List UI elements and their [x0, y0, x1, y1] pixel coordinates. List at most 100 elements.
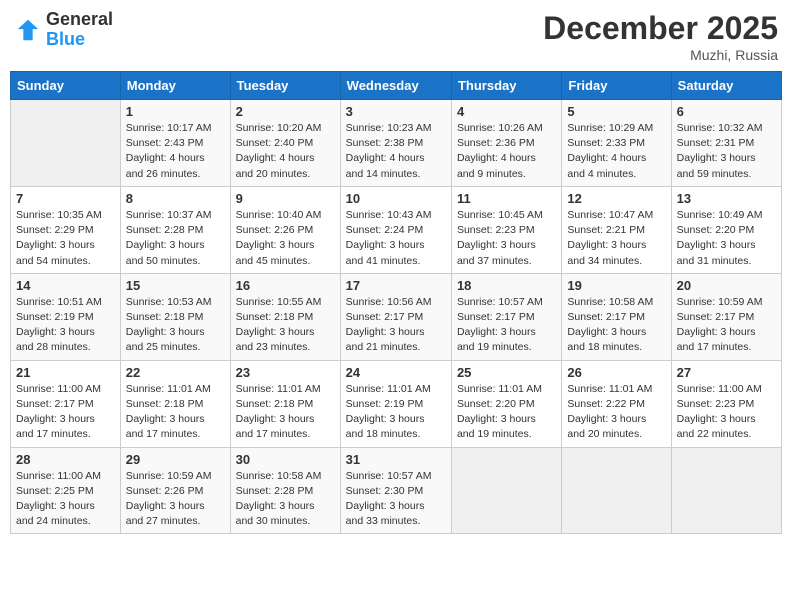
day-number: 19 — [567, 278, 665, 293]
calendar-cell: 26 Sunrise: 11:01 AMSunset: 2:22 PMDaylig… — [562, 360, 671, 447]
day-info: Sunrise: 10:37 AMSunset: 2:28 PMDaylight… — [126, 208, 225, 269]
day-info: Sunrise: 11:01 AMSunset: 2:19 PMDaylight… — [346, 382, 446, 443]
day-number: 12 — [567, 191, 665, 206]
calendar-week-row: 7 Sunrise: 10:35 AMSunset: 2:29 PMDayligh… — [11, 186, 782, 273]
day-number: 2 — [236, 104, 335, 119]
calendar-cell: 4Sunrise: 10:26 AMSunset: 2:36 PMDayligh… — [451, 100, 561, 187]
day-number: 9 — [236, 191, 335, 206]
day-number: 27 — [677, 365, 776, 380]
calendar-cell: 27 Sunrise: 11:00 AMSunset: 2:23 PMDaylig… — [671, 360, 781, 447]
day-info: Sunrise: 11:00 AMSunset: 2:25 PMDaylight… — [16, 469, 115, 530]
calendar-cell: 14Sunrise: 10:51 AMSunset: 2:19 PMDaylig… — [11, 273, 121, 360]
day-info: Sunrise: 10:57 AMSunset: 2:17 PMDaylight… — [457, 295, 556, 356]
day-info: Sunrise: 10:17 AMSunset: 2:43 PMDaylight… — [126, 121, 225, 182]
day-info: Sunrise: 11:00 AMSunset: 2:23 PMDaylight… — [677, 382, 776, 443]
day-number: 28 — [16, 452, 115, 467]
calendar-cell: 8 Sunrise: 10:37 AMSunset: 2:28 PMDayligh… — [120, 186, 230, 273]
calendar-cell: 1 Sunrise: 10:17 AMSunset: 2:43 PMDayligh… — [120, 100, 230, 187]
calendar-header-row: SundayMondayTuesdayWednesdayThursdayFrid… — [11, 72, 782, 100]
logo-text: General Blue — [46, 10, 113, 50]
month-title: December 2025 — [543, 10, 778, 47]
calendar-cell — [11, 100, 121, 187]
day-info: Sunrise: 10:47 AMSunset: 2:21 PMDaylight… — [567, 208, 665, 269]
column-header-tuesday: Tuesday — [230, 72, 340, 100]
calendar-cell — [451, 447, 561, 534]
day-number: 23 — [236, 365, 335, 380]
day-number: 16 — [236, 278, 335, 293]
day-number: 8 — [126, 191, 225, 206]
day-number: 25 — [457, 365, 556, 380]
day-info: Sunrise: 10:20 AMSunset: 2:40 PMDaylight… — [236, 121, 335, 182]
calendar-cell: 12 Sunrise: 10:47 AMSunset: 2:21 PMDaylig… — [562, 186, 671, 273]
day-number: 18 — [457, 278, 556, 293]
calendar-week-row: 1 Sunrise: 10:17 AMSunset: 2:43 PMDayligh… — [11, 100, 782, 187]
calendar-cell: 3Sunrise: 10:23 AMSunset: 2:38 PMDayligh… — [340, 100, 451, 187]
day-number: 31 — [346, 452, 446, 467]
day-number: 30 — [236, 452, 335, 467]
calendar-cell: 29 Sunrise: 10:59 AMSunset: 2:26 PMDaylig… — [120, 447, 230, 534]
day-number: 5 — [567, 104, 665, 119]
calendar-cell: 20 Sunrise: 10:59 AMSunset: 2:17 PMDaylig… — [671, 273, 781, 360]
calendar-cell: 24 Sunrise: 11:01 AMSunset: 2:19 PMDaylig… — [340, 360, 451, 447]
calendar-cell — [671, 447, 781, 534]
day-number: 6 — [677, 104, 776, 119]
column-header-friday: Friday — [562, 72, 671, 100]
day-number: 1 — [126, 104, 225, 119]
column-header-saturday: Saturday — [671, 72, 781, 100]
day-number: 29 — [126, 452, 225, 467]
day-info: Sunrise: 10:53 AMSunset: 2:18 PMDaylight… — [126, 295, 225, 356]
title-block: December 2025 Muzhi, Russia — [543, 10, 778, 63]
day-number: 10 — [346, 191, 446, 206]
day-info: Sunrise: 10:32 AMSunset: 2:31 PMDaylight… — [677, 121, 776, 182]
logo: General Blue — [14, 10, 113, 50]
calendar-cell: 23Sunrise: 11:01 AMSunset: 2:18 PMDaylig… — [230, 360, 340, 447]
day-info: Sunrise: 10:23 AMSunset: 2:38 PMDaylight… — [346, 121, 446, 182]
day-number: 14 — [16, 278, 115, 293]
day-info: Sunrise: 11:01 AMSunset: 2:22 PMDaylight… — [567, 382, 665, 443]
column-header-wednesday: Wednesday — [340, 72, 451, 100]
day-number: 20 — [677, 278, 776, 293]
column-header-thursday: Thursday — [451, 72, 561, 100]
calendar-cell: 19Sunrise: 10:58 AMSunset: 2:17 PMDaylig… — [562, 273, 671, 360]
logo-icon — [14, 16, 42, 44]
day-number: 7 — [16, 191, 115, 206]
calendar-cell: 11 Sunrise: 10:45 AMSunset: 2:23 PMDaylig… — [451, 186, 561, 273]
calendar-cell: 9Sunrise: 10:40 AMSunset: 2:26 PMDayligh… — [230, 186, 340, 273]
calendar-cell: 7 Sunrise: 10:35 AMSunset: 2:29 PMDayligh… — [11, 186, 121, 273]
day-number: 17 — [346, 278, 446, 293]
day-info: Sunrise: 10:43 AMSunset: 2:24 PMDaylight… — [346, 208, 446, 269]
location: Muzhi, Russia — [543, 47, 778, 63]
day-number: 24 — [346, 365, 446, 380]
calendar-cell: 5 Sunrise: 10:29 AMSunset: 2:33 PMDayligh… — [562, 100, 671, 187]
day-info: Sunrise: 10:35 AMSunset: 2:29 PMDaylight… — [16, 208, 115, 269]
day-info: Sunrise: 10:45 AMSunset: 2:23 PMDaylight… — [457, 208, 556, 269]
day-info: Sunrise: 10:26 AMSunset: 2:36 PMDaylight… — [457, 121, 556, 182]
calendar-cell: 16 Sunrise: 10:55 AMSunset: 2:18 PMDaylig… — [230, 273, 340, 360]
calendar-cell: 21Sunrise: 11:00 AMSunset: 2:17 PMDaylig… — [11, 360, 121, 447]
calendar-cell: 15 Sunrise: 10:53 AMSunset: 2:18 PMDaylig… — [120, 273, 230, 360]
day-number: 15 — [126, 278, 225, 293]
day-info: Sunrise: 10:56 AMSunset: 2:17 PMDaylight… — [346, 295, 446, 356]
calendar-cell: 18 Sunrise: 10:57 AMSunset: 2:17 PMDaylig… — [451, 273, 561, 360]
calendar-cell: 6 Sunrise: 10:32 AMSunset: 2:31 PMDayligh… — [671, 100, 781, 187]
day-number: 11 — [457, 191, 556, 206]
column-header-monday: Monday — [120, 72, 230, 100]
calendar-cell: 25 Sunrise: 11:01 AMSunset: 2:20 PMDaylig… — [451, 360, 561, 447]
day-info: Sunrise: 10:29 AMSunset: 2:33 PMDaylight… — [567, 121, 665, 182]
day-number: 26 — [567, 365, 665, 380]
column-header-sunday: Sunday — [11, 72, 121, 100]
day-info: Sunrise: 11:01 AMSunset: 2:20 PMDaylight… — [457, 382, 556, 443]
day-number: 13 — [677, 191, 776, 206]
calendar-week-row: 21Sunrise: 11:00 AMSunset: 2:17 PMDaylig… — [11, 360, 782, 447]
calendar-cell: 22Sunrise: 11:01 AMSunset: 2:18 PMDaylig… — [120, 360, 230, 447]
day-number: 21 — [16, 365, 115, 380]
day-info: Sunrise: 10:55 AMSunset: 2:18 PMDaylight… — [236, 295, 335, 356]
calendar-week-row: 14Sunrise: 10:51 AMSunset: 2:19 PMDaylig… — [11, 273, 782, 360]
day-info: Sunrise: 10:59 AMSunset: 2:26 PMDaylight… — [126, 469, 225, 530]
calendar-cell: 2 Sunrise: 10:20 AMSunset: 2:40 PMDayligh… — [230, 100, 340, 187]
day-info: Sunrise: 10:49 AMSunset: 2:20 PMDaylight… — [677, 208, 776, 269]
calendar-cell: 10 Sunrise: 10:43 AMSunset: 2:24 PMDaylig… — [340, 186, 451, 273]
calendar-cell: 30Sunrise: 10:58 AMSunset: 2:28 PMDaylig… — [230, 447, 340, 534]
day-info: Sunrise: 10:59 AMSunset: 2:17 PMDaylight… — [677, 295, 776, 356]
calendar-cell: 13 Sunrise: 10:49 AMSunset: 2:20 PMDaylig… — [671, 186, 781, 273]
